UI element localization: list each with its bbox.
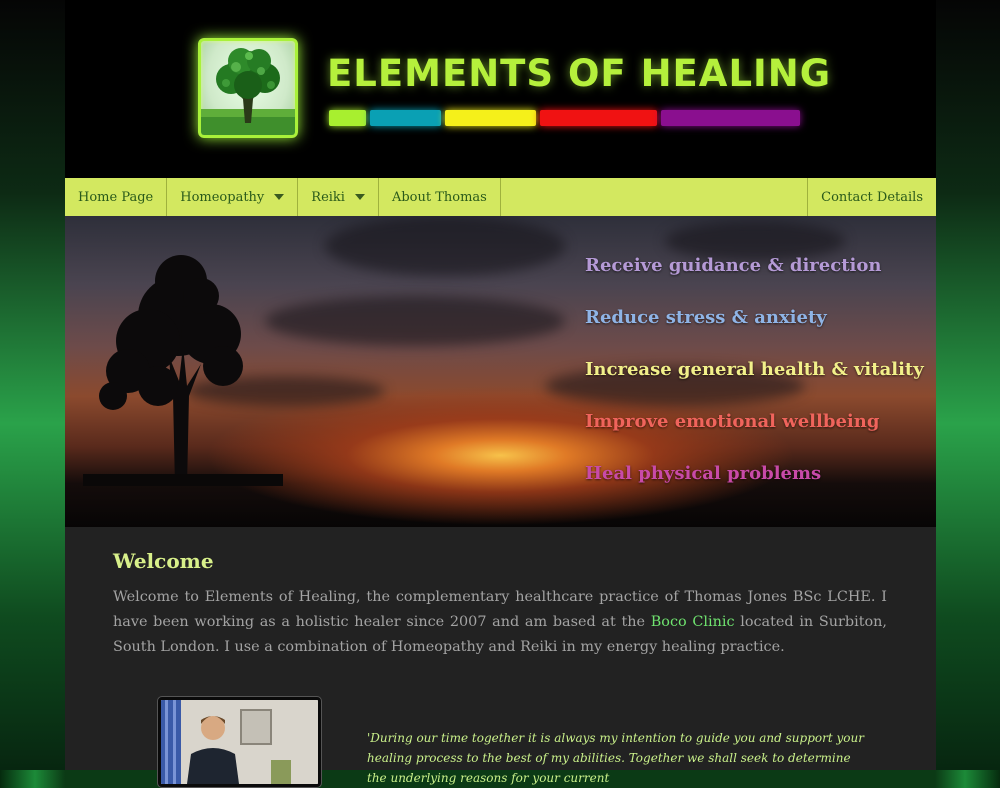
left-side-glow — [0, 0, 65, 770]
nav-item-about[interactable]: About Thomas — [379, 178, 501, 216]
site-header: ELEMENTS OF HEALING — [65, 0, 936, 178]
nav-item-label: Home Page — [78, 189, 154, 205]
color-bar-teal — [370, 110, 441, 126]
portrait-image — [161, 700, 318, 784]
color-bar-green — [329, 110, 366, 126]
nav-item-homeopathy[interactable]: Homeopathy — [167, 178, 299, 216]
nav-item-home[interactable]: Home Page — [65, 178, 168, 216]
color-bar-yellow — [445, 110, 536, 126]
tagline-list: Receive guidance & direction Reduce stre… — [585, 252, 924, 512]
page-container: ELEMENTS OF HEALING Home Page Homeopathy… — [65, 0, 936, 787]
nav-item-label: About Thomas — [391, 189, 487, 205]
nav-item-label: Homeopathy — [180, 189, 265, 205]
nav-item-label: Contact Details — [821, 189, 923, 205]
chevron-down-icon — [354, 194, 365, 200]
cloud — [265, 296, 565, 346]
color-bar-purple — [661, 110, 800, 126]
cloud — [325, 216, 565, 276]
site-title: ELEMENTS OF HEALING — [327, 52, 832, 95]
main-nav: Home Page Homeopathy Reiki About Thomas … — [65, 178, 936, 216]
welcome-heading: Welcome — [113, 549, 214, 573]
nav-item-contact[interactable]: Contact Details — [808, 178, 936, 216]
nav-spacer — [501, 178, 809, 216]
nav-item-reiki[interactable]: Reiki — [298, 178, 379, 216]
tagline: Reduce stress & anxiety — [585, 307, 827, 328]
boco-clinic-link[interactable]: Boco Clinic — [651, 614, 735, 630]
main-content: Welcome Welcome to Elements of Healing, … — [65, 527, 936, 787]
right-side-glow — [935, 0, 1000, 770]
hero-banner: Receive guidance & direction Reduce stre… — [65, 216, 936, 527]
tagline: Increase general health & vitality — [585, 359, 924, 380]
nav-item-label: Reiki — [311, 189, 345, 205]
tree-silhouette — [83, 255, 283, 486]
tagline: Receive guidance & direction — [585, 255, 882, 276]
tagline: Heal physical problems — [585, 463, 822, 484]
color-bar-red — [540, 110, 657, 126]
thomas-portrait — [158, 697, 321, 787]
site-logo[interactable] — [198, 38, 298, 138]
tagline: Improve emotional wellbeing — [585, 411, 880, 432]
tree-icon — [201, 48, 295, 135]
welcome-paragraph: Welcome to Elements of Healing, the comp… — [113, 585, 887, 660]
chevron-down-icon — [274, 194, 285, 200]
intro-quote: 'During our time together it is always m… — [367, 731, 864, 785]
